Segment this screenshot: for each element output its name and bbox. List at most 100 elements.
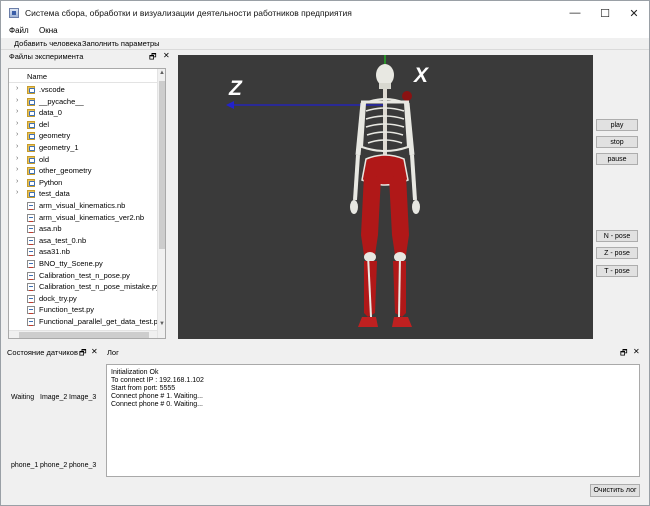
expand-chevron-icon[interactable]: › xyxy=(16,108,18,115)
left-forearm xyxy=(353,154,360,201)
tree-header[interactable]: Name xyxy=(9,69,157,83)
menu-bar: Файл Окна xyxy=(1,25,649,38)
expand-chevron-icon[interactable]: › xyxy=(16,120,18,127)
folder-icon xyxy=(27,109,35,118)
log-line: To connect IP : 192.168.1.102 xyxy=(111,377,204,384)
toolbar: Добавить человека Заполнить параметры xyxy=(1,38,649,50)
log-line: Connect phone # 0. Waiting... xyxy=(111,401,203,408)
tree-item-label: asa_test_0.nb xyxy=(39,235,87,245)
minimize-button[interactable]: — xyxy=(560,1,590,25)
expand-chevron-icon[interactable]: › xyxy=(16,85,18,92)
tree-item-label: Calibration_test_n_pose.py xyxy=(39,270,130,280)
tree-file-item[interactable]: dock_try.py xyxy=(9,293,157,305)
folder-icon xyxy=(27,167,35,176)
folder-icon xyxy=(27,190,35,199)
tree-item-label: asa31.nb xyxy=(39,247,70,257)
tree-item-label: Python xyxy=(39,177,63,187)
app-window: Система сбора, обработки и визуализации … xyxy=(0,0,650,506)
add-person-button[interactable]: Добавить человека xyxy=(14,39,81,48)
tree-item-label: .vscode xyxy=(39,85,65,94)
x-axis-marker xyxy=(402,91,412,101)
clear-log-button[interactable]: Очистить лог xyxy=(590,484,640,497)
tree-folder-item[interactable]: › other_geometry xyxy=(9,165,157,177)
stop-button[interactable]: stop xyxy=(596,136,638,148)
scroll-down-icon[interactable]: ▼ xyxy=(159,321,165,327)
pause-button[interactable]: pause xyxy=(596,153,638,165)
horizontal-scrollbar[interactable] xyxy=(9,330,157,338)
file-icon xyxy=(27,225,35,234)
expand-chevron-icon[interactable]: › xyxy=(16,189,18,196)
tree-folder-item[interactable]: › geometry_1 xyxy=(9,142,157,154)
log-dock-float-icon[interactable]: 🗗 xyxy=(620,347,628,361)
files-dock-float-icon[interactable]: 🗗 xyxy=(149,51,157,65)
window-title: Система сбора, обработки и визуализации … xyxy=(25,8,352,18)
axis-z-label: Z xyxy=(228,77,243,100)
tree-item-label: dock_try.py xyxy=(39,293,77,303)
tree-folder-item[interactable]: › __pycache__ xyxy=(9,96,157,108)
horizontal-scroll-thumb[interactable] xyxy=(19,332,149,338)
folder-icon xyxy=(27,178,35,187)
right-thigh xyxy=(389,175,409,255)
right-hand xyxy=(412,200,420,214)
tree-file-item[interactable]: Calibration_test_n_pose.py xyxy=(9,270,157,282)
expand-chevron-icon[interactable]: › xyxy=(16,131,18,138)
expand-chevron-icon[interactable]: › xyxy=(16,178,18,185)
close-button[interactable]: ✕ xyxy=(619,1,649,25)
tree-file-item[interactable]: asa31.nb xyxy=(9,246,157,258)
tree-folder-item[interactable]: › data_0 xyxy=(9,107,157,119)
t-pose-button[interactable]: T - pose xyxy=(596,265,638,277)
tree-file-item[interactable]: Calibration_test_n_pose_mistake.py xyxy=(9,281,160,293)
tree-file-item[interactable]: BNO_tty_Scene.py xyxy=(9,258,157,270)
n-pose-button[interactable]: N - pose xyxy=(596,230,638,242)
log-dock-close-icon[interactable]: ✕ xyxy=(633,347,640,356)
column-name: Name xyxy=(27,72,48,81)
tree-item-label: __pycache__ xyxy=(39,96,84,106)
maximize-button[interactable]: ☐ xyxy=(590,1,620,25)
left-knee xyxy=(364,252,376,262)
expand-chevron-icon[interactable]: › xyxy=(16,166,18,173)
tree-file-item[interactable]: arm_visual_kinematics.nb xyxy=(9,200,157,212)
tree-file-item[interactable]: asa.nb xyxy=(9,223,157,235)
3d-viewport[interactable]: Z X xyxy=(178,55,593,339)
menu-windows[interactable]: Окна xyxy=(39,26,58,35)
expand-chevron-icon[interactable]: › xyxy=(16,143,18,150)
menu-file[interactable]: Файл xyxy=(9,26,29,35)
folder-icon xyxy=(27,144,35,152)
log-line: Connect phone # 1. Waiting... xyxy=(111,393,203,400)
app-icon xyxy=(9,8,19,18)
scroll-up-icon[interactable]: ▲ xyxy=(159,70,165,76)
tree-item-label: old xyxy=(39,154,50,164)
file-tree[interactable]: Name › .vscode › __pycache__ › data_0 › del › geo… xyxy=(8,68,166,339)
axis-x-label: X xyxy=(413,64,430,87)
tree-folder-item[interactable]: › del xyxy=(9,119,157,131)
tree-file-item[interactable]: Function_test.py xyxy=(9,304,157,316)
files-dock-close-icon[interactable]: ✕ xyxy=(163,51,170,60)
tree-item-label: geometry xyxy=(39,131,71,141)
log-output[interactable]: Initialization Ok To connect IP : 192.16… xyxy=(106,364,640,477)
tree-file-item[interactable]: asa_test_0.nb xyxy=(9,235,157,247)
tree-item-label: arm_visual_kinematics.nb xyxy=(39,201,126,210)
fill-params-button[interactable]: Заполнить параметры xyxy=(82,39,160,48)
folder-icon xyxy=(27,97,35,106)
sensor-status-1: Image_2 xyxy=(40,394,68,401)
tree-file-item[interactable]: Functional_parallel_get_data_test.py xyxy=(9,316,162,328)
tree-item-label: other_geometry xyxy=(39,166,92,176)
tree-folder-item[interactable]: › .vscode xyxy=(9,84,157,96)
play-button[interactable]: play xyxy=(596,119,638,131)
z-pose-button[interactable]: Z - pose xyxy=(596,247,638,259)
tree-file-item[interactable]: arm_visual_kinematics_ver2.nb xyxy=(9,212,157,224)
tree-folder-item[interactable]: › old xyxy=(9,154,157,166)
tree-folder-item[interactable]: › Python xyxy=(9,177,157,189)
tree-item-label: test_data xyxy=(39,189,70,199)
expand-chevron-icon[interactable]: › xyxy=(16,155,18,162)
sensor-dock-float-icon[interactable]: 🗗 xyxy=(79,347,87,361)
folder-icon xyxy=(27,86,35,94)
vertical-scroll-thumb[interactable] xyxy=(159,81,165,249)
sensor-panel: Waiting Image_2 Image_3 phone_1 phone_2 … xyxy=(5,361,103,501)
tree-folder-item[interactable]: › test_data xyxy=(9,188,157,200)
expand-chevron-icon[interactable]: › xyxy=(16,97,18,104)
sensor-dock-close-icon[interactable]: ✕ xyxy=(91,347,98,356)
log-dock-title: Лог xyxy=(107,348,119,357)
tree-folder-item[interactable]: › geometry xyxy=(9,130,157,142)
vertical-scrollbar[interactable]: ▲ ▼ xyxy=(157,69,165,338)
